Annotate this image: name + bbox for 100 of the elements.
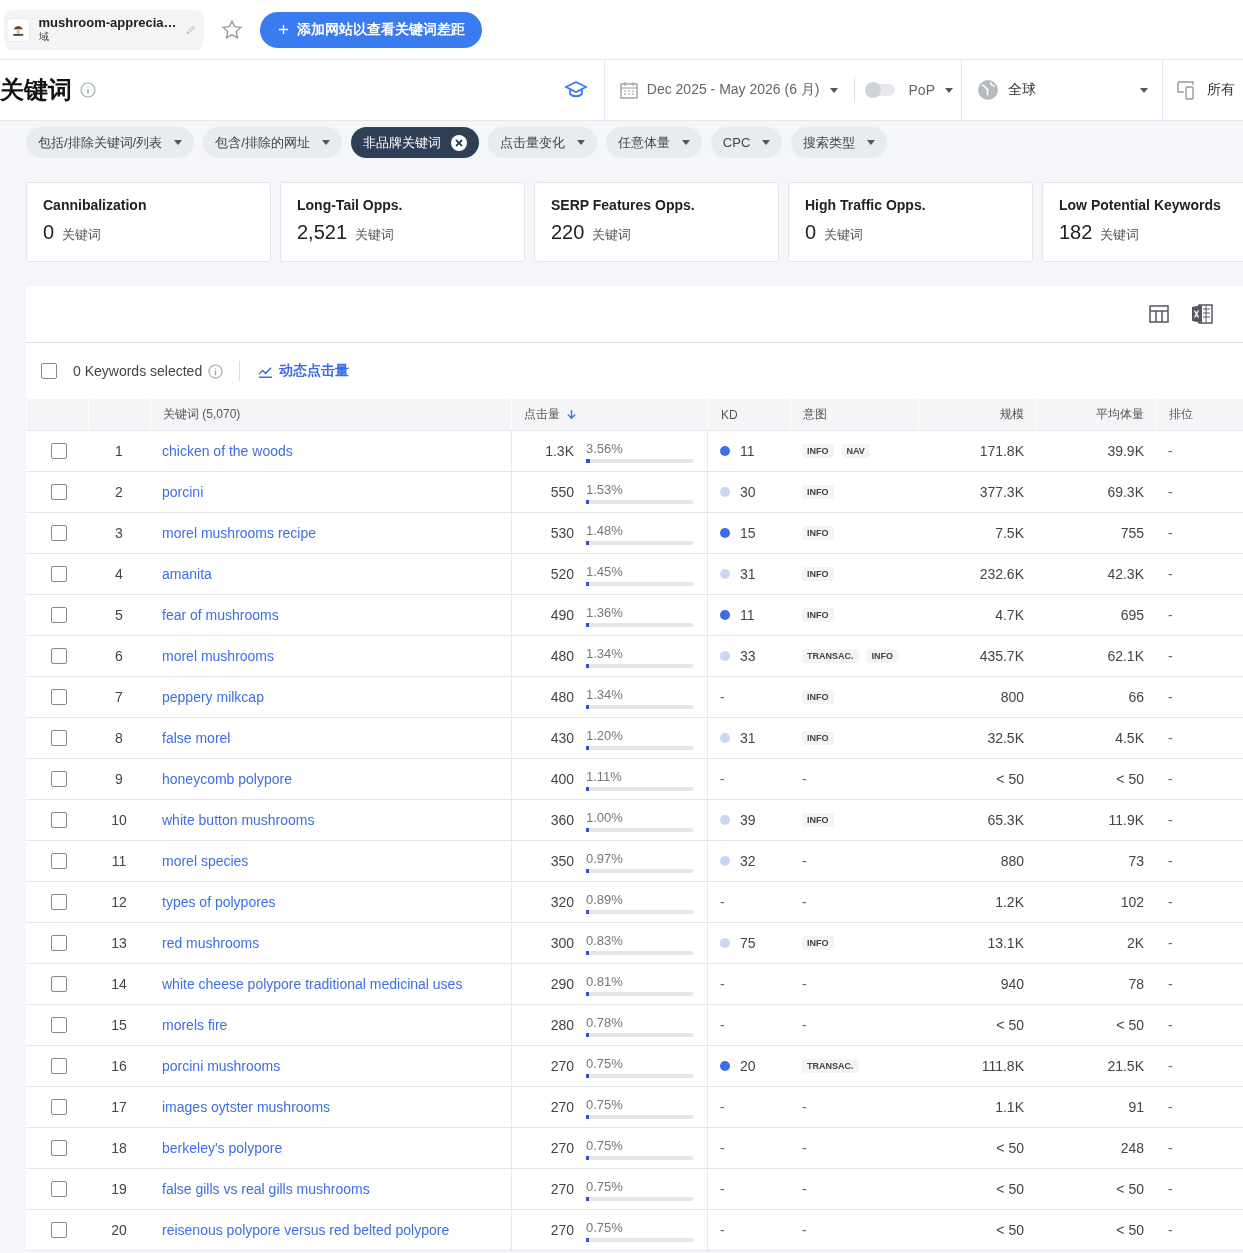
keyword-link[interactable]: false gills vs real gills mushrooms (162, 1181, 370, 1197)
filter-chip[interactable]: 非品牌关键词 (350, 127, 479, 158)
region-dropdown[interactable]: 全球 (962, 60, 1162, 120)
keyword-link[interactable]: porcini (162, 484, 204, 500)
volume-value: 880 (1000, 853, 1024, 869)
keyword-link[interactable]: reisenous polypore versus red belted polypore (162, 1222, 450, 1238)
keyword-link[interactable]: morel mushrooms recipe (162, 525, 317, 541)
add-site-button[interactable]: 添加网站以查看关键词差距 (260, 11, 482, 48)
keyword-link[interactable]: images oytster mushrooms (162, 1099, 331, 1115)
info-icon[interactable] (208, 363, 224, 379)
click-share: 0.75% (586, 1138, 624, 1153)
excel-export-icon[interactable] (1190, 302, 1214, 326)
calendar-icon (618, 80, 639, 100)
volume-value: 4.7K (995, 607, 1024, 623)
keyword-link[interactable]: white button mushrooms (162, 812, 315, 828)
site-name: mushroom-apprecia… (38, 15, 177, 30)
info-icon[interactable] (80, 82, 96, 98)
select-all-checkbox[interactable] (41, 363, 57, 379)
clicks-value: 270 (549, 1099, 574, 1115)
keyword-link[interactable]: morel mushrooms (162, 648, 275, 664)
clicks-value: 520 (549, 566, 574, 582)
position-value: - (1168, 525, 1173, 541)
insight-card[interactable]: High Traffic Opps. 0 关键词 (788, 182, 1033, 262)
row-number: 12 (111, 894, 127, 910)
device-dropdown[interactable]: 所有 (1163, 60, 1243, 120)
compare-mode-dropdown[interactable]: PoP (904, 60, 961, 120)
column-header[interactable]: 意图 (803, 406, 827, 423)
keyword-link[interactable]: fear of mushrooms (162, 607, 279, 623)
insight-card[interactable]: SERP Features Opps. 220 关键词 (534, 182, 779, 262)
keyword-link[interactable]: red mushrooms (162, 935, 260, 951)
row-checkbox[interactable] (51, 648, 67, 664)
click-share: 1.34% (586, 687, 624, 702)
column-header[interactable]: 规模 (1000, 406, 1024, 423)
filter-chip[interactable]: 搜索类型 (791, 127, 888, 158)
row-checkbox[interactable] (51, 1099, 67, 1115)
compare-toggle[interactable] (866, 84, 895, 96)
filter-chip[interactable]: 包括/排除关键词/列表 (26, 127, 195, 158)
star-icon[interactable] (220, 17, 244, 42)
row-checkbox[interactable] (51, 730, 67, 746)
site-selector[interactable]: mushroom-apprecia… 域 (4, 9, 204, 50)
columns-icon[interactable] (1148, 303, 1170, 325)
keyword-link[interactable]: morels fire (162, 1017, 228, 1033)
insight-card[interactable]: Low Potential Keywords 182 关键词 (1042, 182, 1243, 262)
row-checkbox[interactable] (51, 607, 67, 623)
keyword-link[interactable]: peppery milkcap (162, 689, 264, 705)
row-checkbox[interactable] (51, 484, 67, 500)
keyword-link[interactable]: white cheese polypore traditional medicinal uses (162, 976, 463, 992)
volume-value: < 50 (996, 771, 1024, 787)
insight-card[interactable]: Long-Tail Opps. 2,521 关键词 (280, 182, 525, 262)
row-number: 5 (115, 607, 123, 623)
row-number: 10 (111, 812, 127, 828)
row-number: 17 (111, 1099, 127, 1115)
row-checkbox[interactable] (51, 689, 67, 705)
clear-icon[interactable] (450, 134, 467, 151)
column-header[interactable]: 平均体量 (1096, 406, 1144, 423)
filter-chip[interactable]: 任意体量 (605, 127, 702, 158)
filter-chip[interactable]: 点击量变化 (487, 127, 597, 158)
click-share: 0.75% (586, 1056, 624, 1071)
row-checkbox[interactable] (51, 1140, 67, 1156)
filter-chip[interactable]: 包含/排除的网址 (203, 127, 342, 158)
clicks-value: 480 (549, 648, 574, 664)
clicks-value: 270 (549, 1181, 574, 1197)
volume-value: 1.1K (995, 1099, 1024, 1115)
intent-value: - (802, 1017, 807, 1033)
row-checkbox[interactable] (51, 853, 67, 869)
row-checkbox[interactable] (51, 1017, 67, 1033)
volume-value: 800 (1000, 689, 1024, 705)
keyword-link[interactable]: honeycomb polypore (162, 771, 292, 787)
click-share: 0.83% (586, 933, 624, 948)
column-header[interactable]: KD (721, 407, 738, 422)
column-header[interactable]: 关键词 (5,070) (163, 406, 241, 423)
row-checkbox[interactable] (51, 812, 67, 828)
position-value: - (1168, 1181, 1173, 1197)
filter-chip[interactable]: CPC (710, 127, 783, 158)
column-header[interactable]: 排位 (1169, 406, 1193, 423)
click-share: 0.75% (586, 1097, 624, 1112)
keyword-link[interactable]: amanita (162, 566, 212, 582)
keyword-link[interactable]: berkeley's polypore (162, 1140, 283, 1156)
row-checkbox[interactable] (51, 976, 67, 992)
row-checkbox[interactable] (51, 443, 67, 459)
row-checkbox[interactable] (51, 935, 67, 951)
position-value: - (1168, 443, 1173, 459)
row-checkbox[interactable] (51, 1181, 67, 1197)
clicks-value: 270 (549, 1222, 574, 1238)
row-checkbox[interactable] (51, 1222, 67, 1238)
column-header[interactable]: 点击量 (524, 406, 577, 423)
trend-link[interactable]: 动态点击量 (258, 362, 350, 380)
insight-card[interactable]: Cannibalization 0 关键词 (26, 182, 271, 262)
keyword-link[interactable]: false morel (162, 730, 231, 746)
row-checkbox[interactable] (51, 771, 67, 787)
row-checkbox[interactable] (51, 566, 67, 582)
row-checkbox[interactable] (51, 525, 67, 541)
keyword-link[interactable]: porcini mushrooms (162, 1058, 281, 1074)
row-checkbox[interactable] (51, 1058, 67, 1074)
date-range-dropdown[interactable]: Dec 2025 - May 2026 (6 月) (604, 60, 846, 120)
keyword-link[interactable]: morel species (162, 853, 249, 869)
row-checkbox[interactable] (51, 894, 67, 910)
keyword-link[interactable]: types of polypores (162, 894, 276, 910)
keyword-link[interactable]: chicken of the woods (162, 443, 293, 459)
average-volume-value: 73 (1128, 853, 1144, 869)
